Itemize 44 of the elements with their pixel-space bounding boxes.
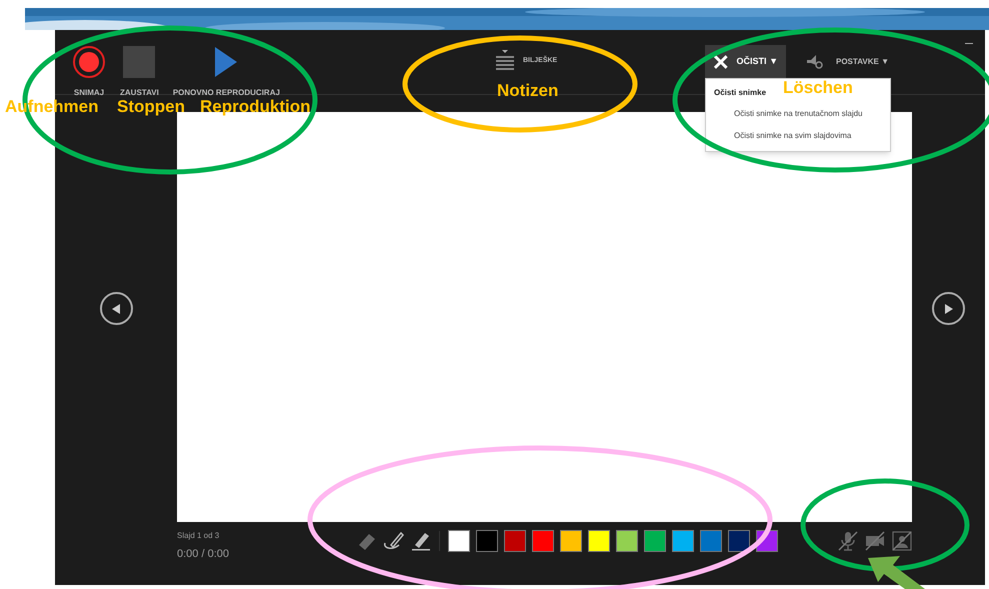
color-swatch[interactable] — [448, 530, 470, 552]
color-swatch[interactable] — [672, 530, 694, 552]
settings-button[interactable]: POSTAVKE ▼ — [806, 45, 889, 78]
color-swatch[interactable] — [588, 530, 610, 552]
color-swatch[interactable] — [476, 530, 498, 552]
notes-icon — [495, 50, 515, 72]
highlighter-icon[interactable] — [411, 531, 431, 551]
camera-icon[interactable] — [864, 530, 886, 552]
color-swatch[interactable] — [532, 530, 554, 552]
left-triangle-icon — [112, 304, 120, 314]
menu-item[interactable]: Očisti snimke na svim slajdovima — [706, 125, 890, 147]
microphone-icon[interactable] — [837, 530, 859, 552]
previous-slide-button[interactable] — [100, 292, 132, 325]
color-swatch[interactable] — [700, 530, 722, 552]
color-swatch[interactable] — [560, 530, 582, 552]
close-icon — [713, 54, 729, 70]
time-display: 0:00 / 0:00 — [177, 547, 230, 562]
right-triangle-icon — [944, 304, 952, 314]
annotation-label: Reproduktion — [200, 96, 310, 118]
camera-preview-icon[interactable] — [891, 530, 913, 552]
color-swatch[interactable] — [728, 530, 750, 552]
annotation-label: Löschen — [783, 77, 853, 99]
menu-item[interactable]: Očisti snimke na trenutačnom slajdu — [706, 103, 890, 125]
clear-button[interactable]: OČISTI ▼ — [705, 45, 786, 78]
play-icon — [213, 45, 240, 79]
color-swatch[interactable] — [644, 530, 666, 552]
menu-header: Očisti snimke — [714, 87, 766, 99]
stop-icon — [122, 45, 156, 79]
color-swatch[interactable] — [616, 530, 638, 552]
annotation-label: Aufnehmen — [5, 96, 98, 118]
color-swatch[interactable] — [504, 530, 526, 552]
record-button[interactable]: SNIMAJ — [70, 45, 108, 99]
replay-button[interactable]: PONOVNO REPRODUCIRAJ — [170, 45, 282, 99]
minimize-icon[interactable] — [965, 42, 973, 45]
slide-counter: Slajd 1 od 3 — [177, 530, 220, 542]
record-icon — [72, 45, 106, 79]
pen-icon[interactable] — [383, 531, 405, 551]
next-slide-button[interactable] — [932, 292, 965, 325]
annotation-label: Notizen — [497, 80, 558, 102]
stop-button[interactable]: ZAUSTAVI — [118, 45, 161, 99]
annotation-label: Stoppen — [117, 96, 185, 118]
annotation-arrow — [868, 556, 925, 589]
speaker-settings-icon — [806, 54, 824, 70]
eraser-icon[interactable] — [357, 531, 377, 551]
